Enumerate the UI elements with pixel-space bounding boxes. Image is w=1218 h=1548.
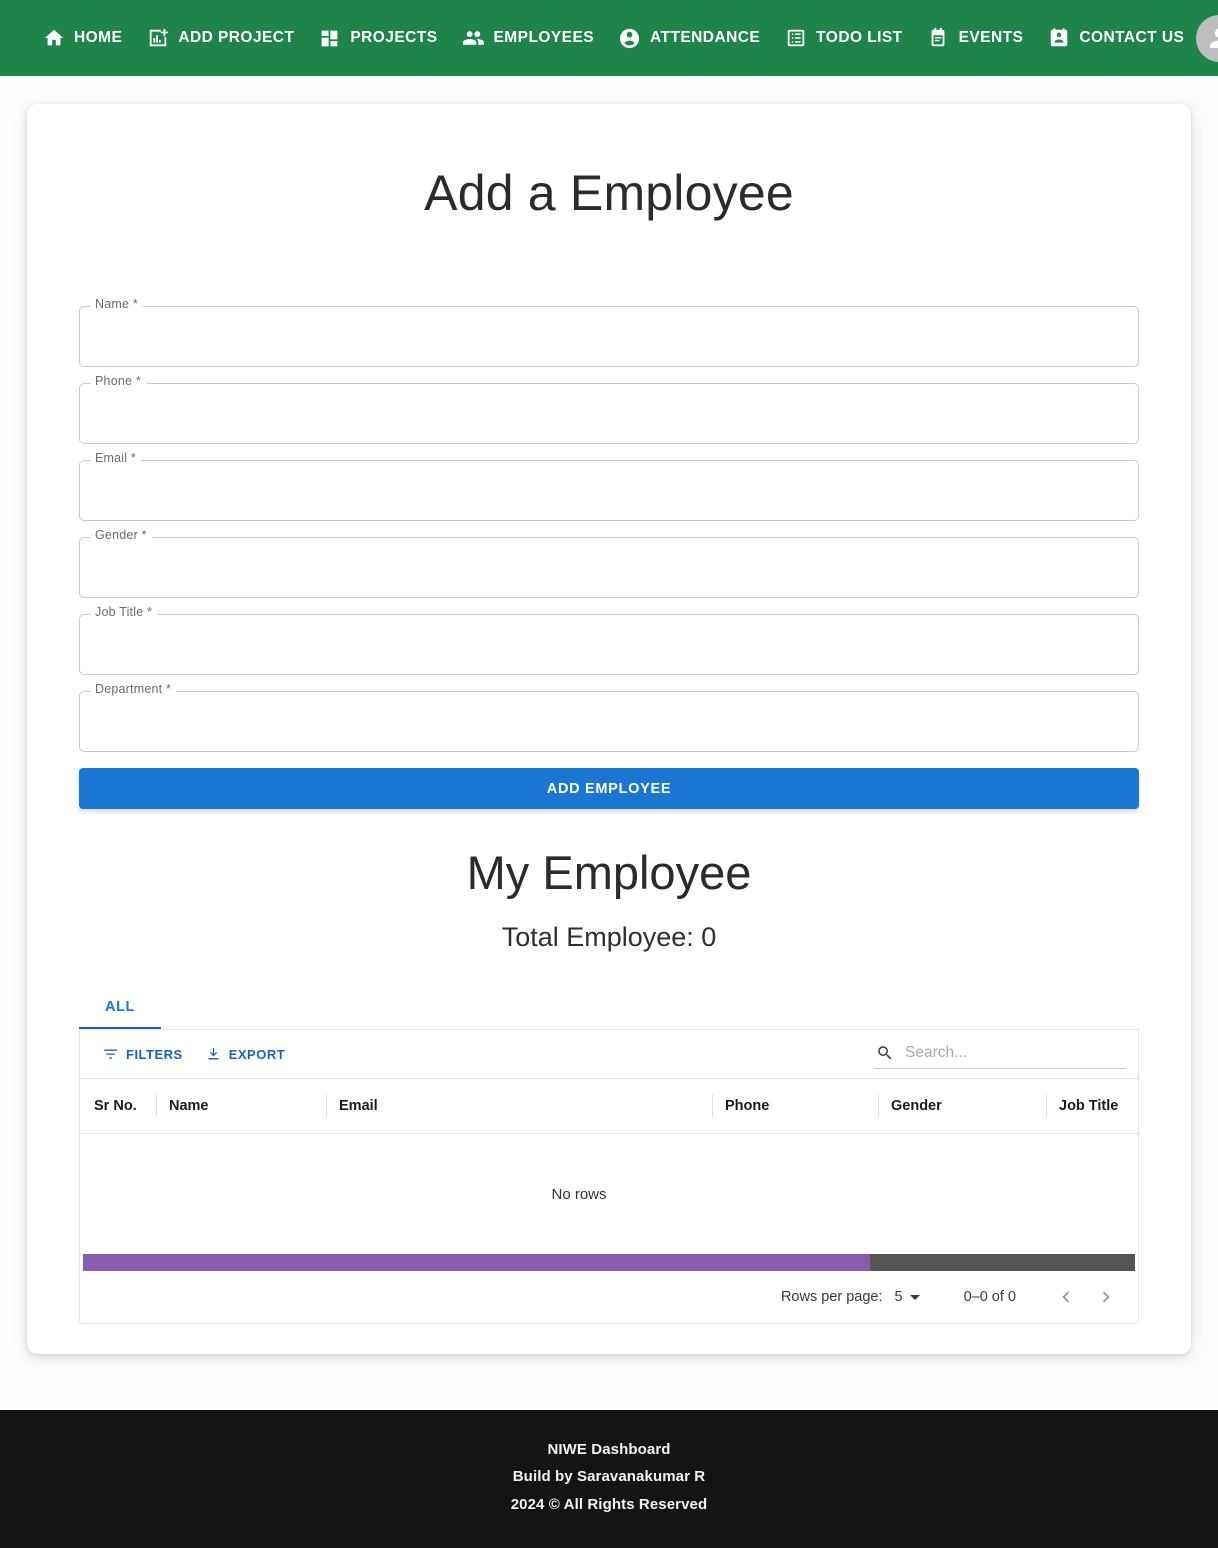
field-job-title: Job Title * — [79, 606, 1139, 675]
nav-item-home[interactable]: HOME — [30, 19, 134, 58]
people-icon — [462, 27, 485, 50]
email-input[interactable] — [79, 460, 1139, 521]
grid-pagination: Rows per page: 5 0–0 of 0 — [80, 1271, 1138, 1323]
nav-item-label: EVENTS — [958, 29, 1024, 46]
search-icon — [876, 1044, 894, 1062]
column-header-phone[interactable]: Phone — [712, 1098, 878, 1114]
export-button[interactable]: EXPORT — [197, 1040, 293, 1069]
pagination-range-label: 0–0 of 0 — [963, 1289, 1016, 1305]
field-gender: Gender * — [79, 529, 1139, 598]
field-email: Email * — [79, 452, 1139, 521]
rows-per-page-label: Rows per page: — [780, 1289, 883, 1305]
filter-icon — [102, 1046, 119, 1063]
nav-item-label: CONTACT US — [1079, 29, 1185, 46]
column-header-name[interactable]: Name — [156, 1098, 326, 1114]
grid-column-headers: Sr No. Name Email Phone Gender Job Title — [80, 1078, 1138, 1134]
previous-page-button[interactable] — [1046, 1277, 1086, 1317]
nav-item-label: HOME — [74, 29, 123, 46]
grid-empty-state: No rows — [551, 1185, 607, 1203]
event-note-icon — [927, 27, 950, 50]
export-label: EXPORT — [228, 1046, 286, 1062]
chevron-left-icon — [1055, 1286, 1077, 1308]
list-alt-icon — [784, 27, 807, 50]
dashboard-icon — [318, 27, 341, 50]
page-title: Add a Employee — [424, 165, 794, 221]
nav-item-todo-list[interactable]: TODO LIST — [772, 19, 914, 58]
add-employee-button[interactable]: ADD EMPLOYEE — [79, 768, 1139, 809]
phone-input[interactable] — [79, 383, 1139, 444]
nav-item-contact-us[interactable]: CONTACT US — [1035, 19, 1196, 58]
user-avatar-icon — [1205, 23, 1218, 53]
filters-label: FILTERS — [126, 1046, 183, 1062]
avatar[interactable] — [1196, 14, 1218, 62]
rows-per-page-select[interactable]: 5 — [895, 1289, 920, 1305]
field-phone: Phone * — [79, 375, 1139, 444]
top-navbar: HOME ADD PROJECT PROJECTS EMPLOYEES ATTE — [0, 0, 1218, 76]
nav-item-employees[interactable]: EMPLOYEES — [450, 19, 607, 58]
rows-per-page-value: 5 — [894, 1289, 903, 1305]
column-header-job-title[interactable]: Job Title — [1046, 1098, 1206, 1114]
nav-item-label: EMPLOYEES — [493, 29, 595, 46]
contact-card-icon — [1047, 27, 1070, 50]
name-input[interactable] — [79, 306, 1139, 367]
download-icon — [205, 1046, 222, 1063]
nav-item-add-project[interactable]: ADD PROJECT — [134, 19, 306, 58]
footer-line-1: NIWE Dashboard — [547, 1441, 671, 1458]
footer-line-3: 2024 © All Rights Reserved — [510, 1495, 708, 1513]
next-page-button[interactable] — [1086, 1277, 1126, 1317]
filters-button[interactable]: FILTERS — [94, 1040, 191, 1069]
search-field[interactable] — [874, 1040, 1126, 1069]
field-department: Department * — [79, 683, 1139, 752]
column-header-gender[interactable]: Gender — [878, 1098, 1046, 1114]
column-header-email[interactable]: Email — [326, 1098, 712, 1114]
job-title-input[interactable] — [79, 614, 1139, 675]
nav-item-events[interactable]: EVENTS — [915, 19, 1036, 58]
grid-toolbar: FILTERS EXPORT — [80, 1030, 1138, 1078]
chevron-down-icon — [909, 1294, 920, 1300]
field-name: Name * — [79, 298, 1139, 367]
employee-list-title: My Employee — [466, 846, 752, 899]
nav-item-label: PROJECTS — [350, 29, 438, 46]
account-circle-icon — [618, 27, 641, 50]
horizontal-scrollbar[interactable] — [83, 1254, 1135, 1271]
nav-item-label: TODO LIST — [816, 29, 903, 46]
nav-items: HOME ADD PROJECT PROJECTS EMPLOYEES ATTE — [30, 19, 1196, 58]
column-header-sr-no[interactable]: Sr No. — [94, 1098, 156, 1114]
tab-all[interactable]: ALL — [79, 987, 161, 1029]
chevron-right-icon — [1095, 1286, 1117, 1308]
gender-input[interactable] — [79, 537, 1139, 598]
main-card: Add a Employee Name * Phone * Email * Ge… — [27, 104, 1191, 1354]
nav-item-projects[interactable]: PROJECTS — [306, 19, 449, 58]
nav-item-attendance[interactable]: ATTENDANCE — [606, 19, 772, 58]
grid-toolbar-actions: FILTERS EXPORT — [94, 1040, 293, 1069]
total-employee-count: Total Employee: 0 — [501, 922, 717, 952]
footer-line-2: Build by Saravanakumar R — [512, 1468, 706, 1486]
add-chart-icon — [146, 27, 169, 50]
employee-tabs: ALL — [79, 987, 1139, 1030]
home-icon — [42, 27, 65, 50]
search-input[interactable] — [903, 1042, 1124, 1063]
nav-item-label: ATTENDANCE — [650, 29, 761, 46]
add-employee-form: Name * Phone * Email * Gender * Job Titl… — [45, 298, 1173, 809]
nav-item-label: ADD PROJECT — [178, 29, 295, 46]
employee-data-grid: FILTERS EXPORT Sr — [79, 1030, 1139, 1324]
department-input[interactable] — [79, 691, 1139, 752]
scrollbar-thumb[interactable] — [83, 1254, 870, 1271]
page-body: Add a Employee Name * Phone * Email * Ge… — [0, 76, 1218, 1410]
page-footer: NIWE Dashboard Build by Saravanakumar R … — [0, 1410, 1218, 1548]
